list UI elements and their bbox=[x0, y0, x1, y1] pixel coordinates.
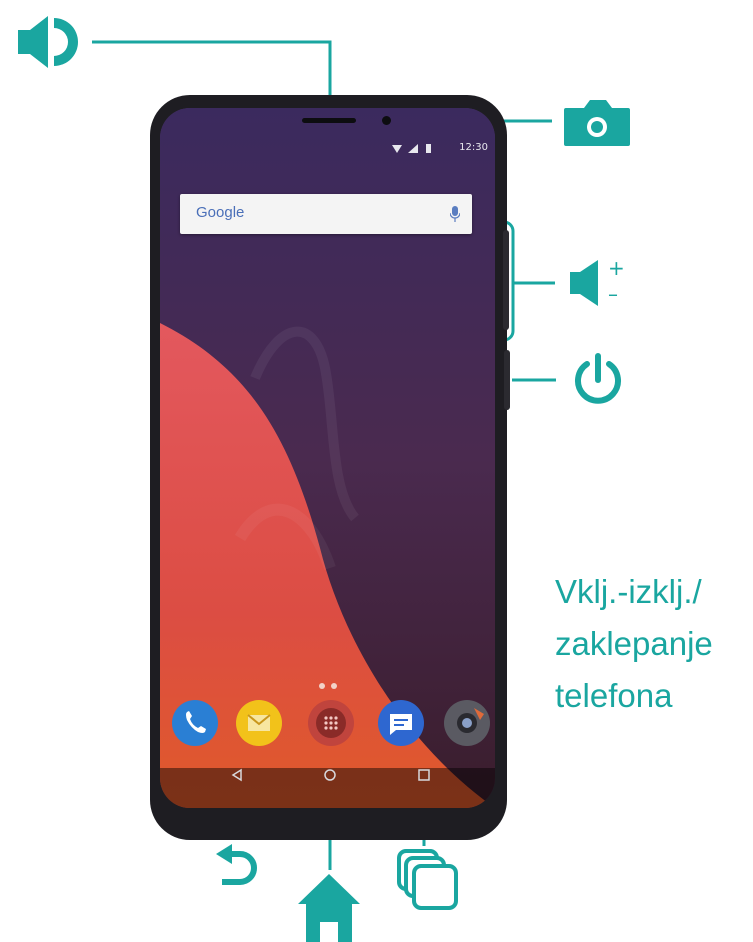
status-time: 12:30 bbox=[459, 142, 488, 153]
volume-icon bbox=[570, 260, 598, 306]
power-label-line-1: Vklj.-izklj./ bbox=[555, 573, 702, 610]
google-search-bar[interactable]: Google bbox=[180, 194, 472, 234]
volume-minus-label: – bbox=[608, 282, 618, 306]
home-nav-icon[interactable] bbox=[323, 768, 337, 782]
power-icon bbox=[575, 353, 621, 404]
camera-app-icon[interactable] bbox=[444, 700, 490, 746]
microphone-icon[interactable] bbox=[450, 206, 460, 222]
earpiece-speaker bbox=[302, 118, 356, 123]
app-dock bbox=[172, 700, 496, 752]
status-bar: 12:30 bbox=[390, 141, 490, 157]
messages-app-icon[interactable] bbox=[378, 700, 424, 746]
front-camera bbox=[382, 116, 391, 125]
power-button[interactable] bbox=[504, 350, 510, 410]
volume-plus-label: + bbox=[608, 256, 625, 280]
email-app-icon[interactable] bbox=[236, 700, 282, 746]
power-label-line-3: telefona bbox=[555, 677, 673, 714]
camera-icon bbox=[564, 100, 630, 146]
status-icons bbox=[392, 144, 431, 153]
google-logo-text: Google bbox=[196, 204, 245, 221]
speaker-icon bbox=[18, 16, 78, 68]
back-arrow-icon bbox=[216, 844, 257, 885]
page-indicator bbox=[316, 676, 340, 694]
recents-nav-icon[interactable] bbox=[417, 768, 431, 782]
home-icon bbox=[298, 874, 360, 942]
app-drawer-icon[interactable] bbox=[308, 700, 354, 746]
power-label-line-2: zaklepanje bbox=[555, 625, 713, 662]
volume-button[interactable] bbox=[503, 230, 509, 330]
phone-app-icon[interactable] bbox=[172, 700, 218, 746]
power-label: Vklj.-izklj./ zaklepanje telefona bbox=[555, 566, 713, 722]
back-nav-icon[interactable] bbox=[230, 768, 244, 782]
recent-apps-icon bbox=[397, 849, 458, 910]
